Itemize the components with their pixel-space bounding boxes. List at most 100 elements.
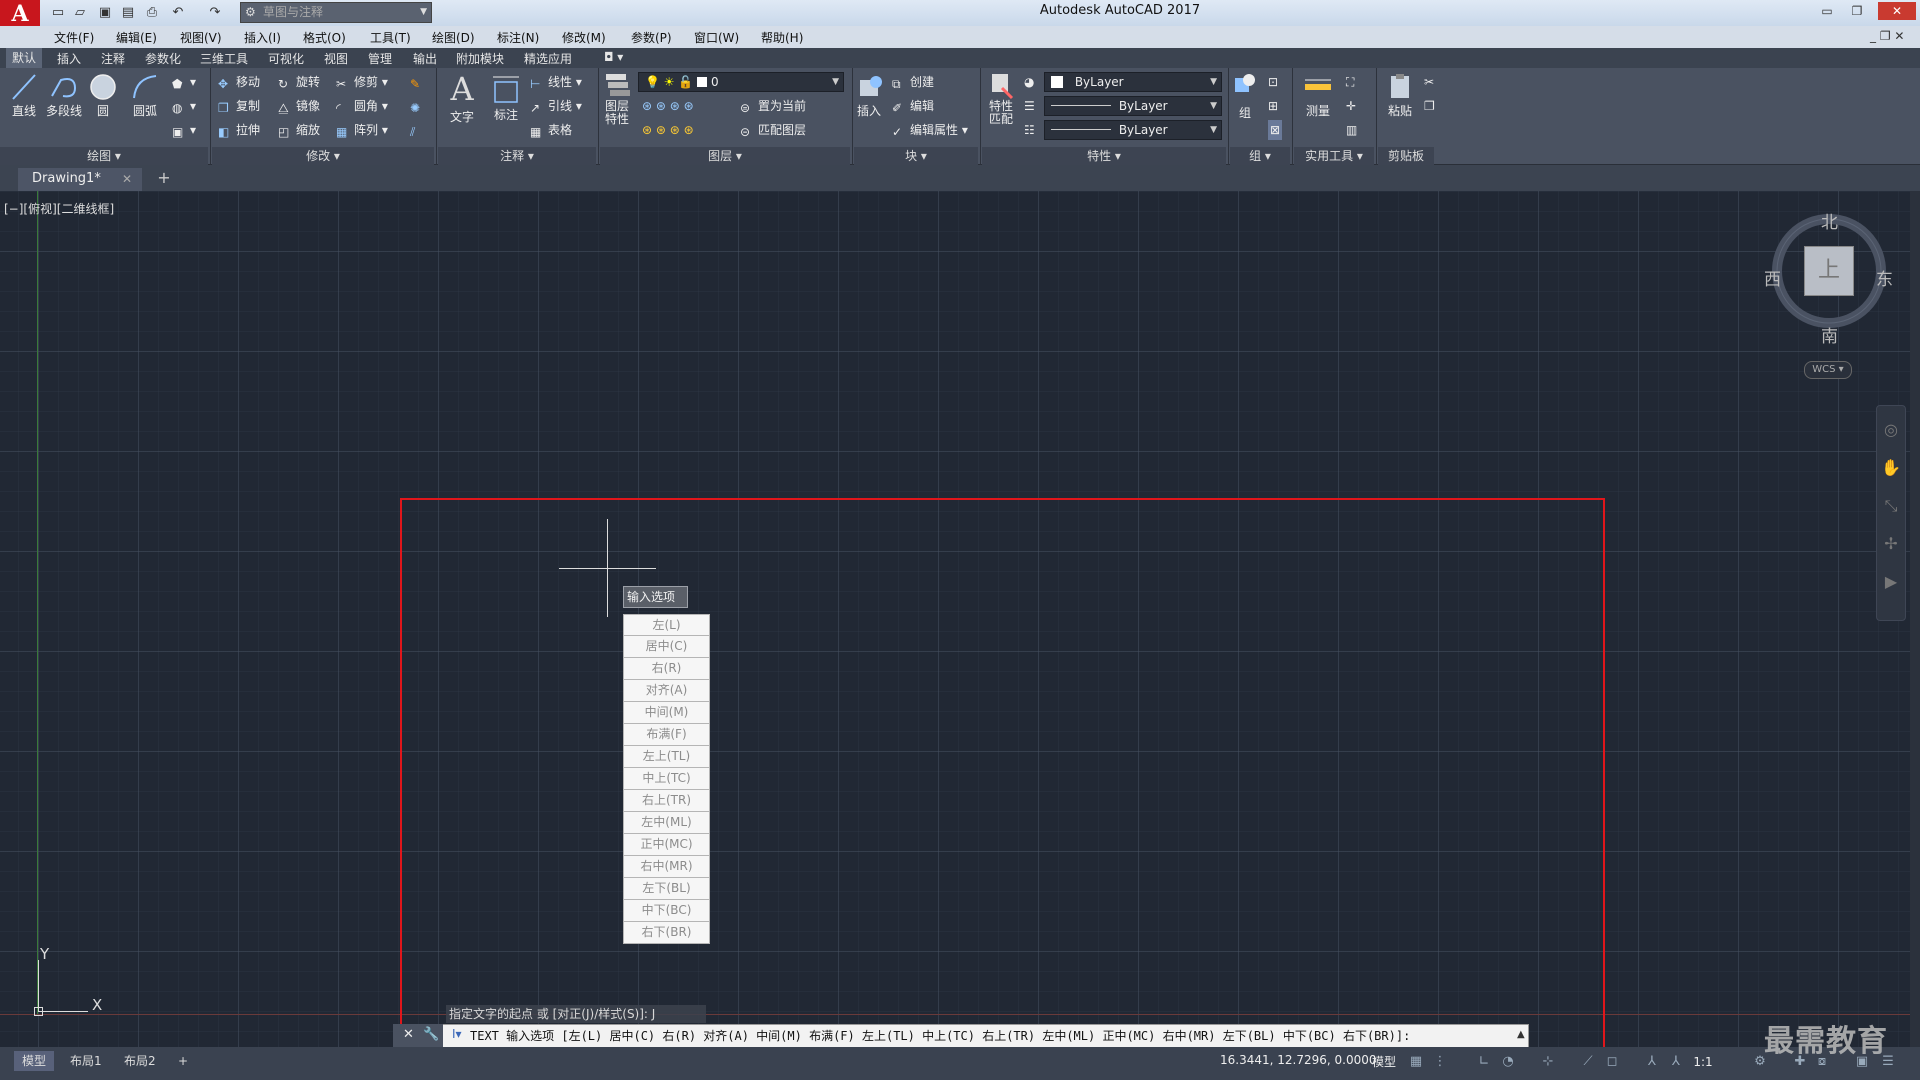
- option-fit[interactable]: 布满(F): [623, 724, 710, 746]
- ribbon-options-icon[interactable]: ◘ ▾: [604, 50, 623, 64]
- group-select-icon[interactable]: ⊠: [1268, 120, 1283, 140]
- menu-edit[interactable]: 编辑(E): [116, 29, 157, 46]
- command-prompt-icon[interactable]: I▾: [452, 1027, 462, 1041]
- menu-tools[interactable]: 工具(T): [370, 29, 411, 46]
- annotation-scale-value[interactable]: 1:1: [1688, 1054, 1718, 1070]
- menu-help[interactable]: 帮助(H): [761, 29, 803, 46]
- option-top-center[interactable]: 中上(TC): [623, 768, 710, 790]
- tab-output[interactable]: 输出: [413, 50, 437, 67]
- paste-tool[interactable]: 粘贴: [1380, 72, 1420, 119]
- polar-icon[interactable]: ◔: [1500, 1054, 1516, 1070]
- chevron-up-icon[interactable]: ▲: [1517, 1029, 1525, 1040]
- compass-west[interactable]: 西: [1764, 265, 1781, 290]
- group-tool[interactable]: 组: [1230, 70, 1260, 121]
- close-icon[interactable]: ✕: [122, 168, 132, 190]
- selection-cycling-icon[interactable]: ◻: [1604, 1054, 1620, 1070]
- stretch-tool[interactable]: ◧ 拉伸: [218, 120, 260, 140]
- compass-south[interactable]: 南: [1821, 322, 1838, 347]
- minimize-button[interactable]: ▭: [1816, 2, 1838, 20]
- rectangle-tool[interactable]: ⬟ ▾: [172, 72, 196, 92]
- new-tab-button[interactable]: +: [152, 168, 176, 188]
- match-layer-tool[interactable]: ⊝ 匹配图层: [740, 120, 806, 140]
- compass-north[interactable]: 北: [1821, 208, 1838, 233]
- tab-layout2[interactable]: 布局2: [116, 1051, 164, 1071]
- text-tool[interactable]: A 文字: [444, 70, 480, 125]
- command-input[interactable]: TEXT 输入选项 [左(L) 居中(C) 右(R) 对齐(A) 中间(M) 布…: [470, 1027, 1410, 1044]
- zoom-icon[interactable]: ⤡: [1881, 496, 1901, 516]
- scale-tool[interactable]: ◰ 缩放: [278, 120, 320, 140]
- color-wheel-icon[interactable]: ◕: [1024, 72, 1034, 92]
- menu-file[interactable]: 文件(F): [54, 29, 94, 46]
- open-folder-icon[interactable]: ▱: [70, 3, 90, 23]
- layer-tools-row2[interactable]: ⊛ ⊛ ⊛ ⊛: [642, 120, 694, 140]
- ortho-icon[interactable]: ∟: [1476, 1054, 1492, 1070]
- ungroup-icon[interactable]: ⊡: [1268, 72, 1278, 92]
- annotation-scale-icon[interactable]: ⅄: [1668, 1054, 1684, 1070]
- calculator-icon[interactable]: ▥: [1346, 120, 1357, 140]
- doc-window-controls[interactable]: _ ❐ ✕: [1870, 29, 1904, 43]
- menu-modify[interactable]: 修改(M): [562, 29, 606, 46]
- match-properties-tool[interactable]: 特性 匹配: [984, 70, 1018, 126]
- model-space-button[interactable]: 模型: [1372, 1053, 1396, 1070]
- leader-tool[interactable]: ↗ 引线 ▾: [530, 96, 582, 116]
- close-icon[interactable]: ✕: [403, 1027, 414, 1042]
- save-as-icon[interactable]: ▤: [118, 3, 138, 23]
- linetype-dropdown[interactable]: ByLayer ▼: [1044, 96, 1222, 116]
- viewcube-face-top[interactable]: 上: [1804, 246, 1854, 296]
- line-tool[interactable]: 直线: [8, 72, 40, 119]
- block-panel-footer[interactable]: 块 ▾: [854, 147, 978, 165]
- option-top-left[interactable]: 左上(TL): [623, 746, 710, 768]
- wrench-icon[interactable]: 🔧: [423, 1027, 439, 1042]
- boundary-tool[interactable]: ▣ ▾: [172, 120, 196, 140]
- new-file-icon[interactable]: ▭: [48, 3, 68, 23]
- create-block-tool[interactable]: ⧉ 创建: [892, 72, 934, 92]
- lineweight-dropdown[interactable]: ByLayer ▼: [1044, 120, 1222, 140]
- option-middle-left[interactable]: 左中(ML): [623, 812, 710, 834]
- compass-east[interactable]: 东: [1876, 265, 1893, 290]
- tab-featured-apps[interactable]: 精选应用: [524, 50, 572, 67]
- option-middle-right[interactable]: 右中(MR): [623, 856, 710, 878]
- linetype-icon[interactable]: ☰: [1024, 96, 1035, 116]
- menu-parametric[interactable]: 参数(P): [631, 29, 672, 46]
- tab-3d-tools[interactable]: 三维工具: [200, 50, 248, 67]
- print-icon[interactable]: ⎙: [142, 3, 162, 23]
- menu-window[interactable]: 窗口(W): [694, 29, 739, 46]
- rotate-tool[interactable]: ↻ 旋转: [278, 72, 320, 92]
- option-bottom-right[interactable]: 右下(BR): [623, 922, 710, 944]
- tab-manage[interactable]: 管理: [368, 50, 392, 67]
- showmotion-icon[interactable]: ▶: [1881, 572, 1901, 592]
- point-icon[interactable]: ✛: [1346, 96, 1356, 116]
- trim-tool[interactable]: ✂ 修剪 ▾: [336, 72, 388, 92]
- option-right[interactable]: 右(R): [623, 658, 710, 680]
- view-cube[interactable]: 上 北 南 东 西: [1764, 212, 1893, 347]
- tab-annotate[interactable]: 注释: [101, 50, 125, 67]
- pan-hand-icon[interactable]: ✋: [1881, 458, 1901, 478]
- tab-drawing1[interactable]: Drawing1* ✕: [18, 168, 142, 191]
- copy-tool[interactable]: ❐ 复制: [218, 96, 260, 116]
- dimension-tool[interactable]: 标注: [488, 72, 524, 123]
- cut-icon[interactable]: ✂: [1424, 72, 1434, 92]
- vertical-scrollbar[interactable]: [1910, 191, 1920, 1047]
- annotation-panel-footer[interactable]: 注释 ▾: [438, 147, 596, 165]
- isodraft-icon[interactable]: ⟋: [1580, 1054, 1596, 1070]
- close-button[interactable]: ✕: [1878, 2, 1916, 20]
- quick-select-icon[interactable]: ⛶: [1346, 72, 1354, 92]
- tab-parametric[interactable]: 参数化: [145, 50, 181, 67]
- offset-tool[interactable]: ⫽: [410, 120, 428, 140]
- linear-dim-tool[interactable]: ⊢ 线性 ▾: [530, 72, 582, 92]
- option-align[interactable]: 对齐(A): [623, 680, 710, 702]
- viewport-controls[interactable]: [−][俯视][二维线框]: [4, 200, 114, 217]
- color-dropdown[interactable]: ByLayer ▼: [1044, 72, 1222, 92]
- osnap-icon[interactable]: ⊹: [1540, 1054, 1556, 1070]
- save-icon[interactable]: ▣: [95, 3, 115, 23]
- menu-insert[interactable]: 插入(I): [244, 29, 281, 46]
- app-menu-button[interactable]: A: [0, 0, 40, 28]
- option-center[interactable]: 居中(C): [623, 636, 710, 658]
- tab-insert[interactable]: 插入: [57, 50, 81, 67]
- tab-addins[interactable]: 附加模块: [456, 50, 504, 67]
- copy-clip-icon[interactable]: ❐: [1424, 96, 1435, 116]
- tab-home[interactable]: 默认: [6, 48, 43, 68]
- orbit-icon[interactable]: ✢: [1881, 534, 1901, 554]
- menu-format[interactable]: 格式(O): [303, 29, 346, 46]
- measure-tool[interactable]: 测量: [1300, 72, 1336, 119]
